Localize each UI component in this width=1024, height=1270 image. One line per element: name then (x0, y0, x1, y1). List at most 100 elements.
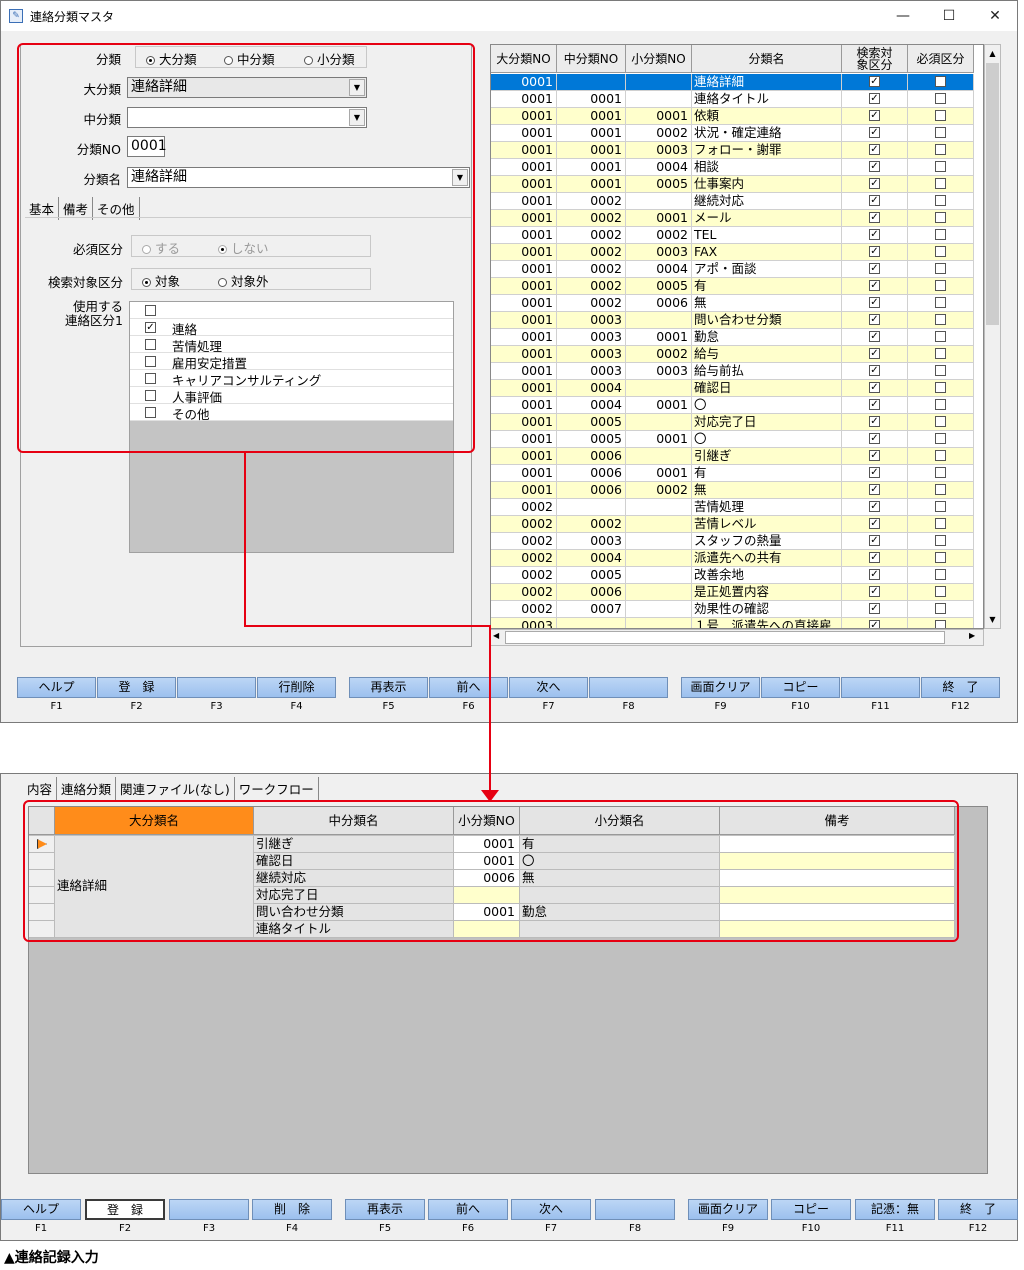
checkbox-icon[interactable]: ✓ (869, 127, 880, 138)
table-row[interactable]: 0002 0004 派遣先への共有 ✓ (491, 550, 983, 567)
checkbox-icon[interactable] (935, 178, 946, 189)
function-key-f10[interactable]: コピー (771, 1199, 851, 1220)
horizontal-scrollbar[interactable]: ◀ ▶ (490, 629, 984, 646)
checkbox-icon[interactable] (935, 603, 946, 614)
checkbox-icon[interactable]: ✓ (869, 144, 880, 155)
table-row[interactable]: 0001 0003 0003 給与前払 ✓ (491, 363, 983, 380)
checkbox-icon[interactable] (935, 518, 946, 529)
checkbox-icon[interactable] (935, 93, 946, 104)
checkbox-icon[interactable] (935, 535, 946, 546)
checkbox-icon[interactable]: ✓ (869, 450, 880, 461)
table-row[interactable]: 0001 0004 0001 〇 ✓ (491, 397, 983, 414)
table-row[interactable]: 0001 0001 0002 状況・確定連絡 ✓ (491, 125, 983, 142)
tab-workflow[interactable]: ワークフロー (235, 777, 319, 800)
function-key-f3[interactable] (169, 1199, 249, 1220)
function-key-f1[interactable]: ヘルプ (1, 1199, 81, 1220)
column-header[interactable]: 必須区分 (908, 45, 974, 73)
column-header[interactable]: 小分類NO (626, 45, 692, 73)
checkbox-icon[interactable]: ✓ (869, 263, 880, 274)
table-row[interactable]: 0002 0003 スタッフの熱量 ✓ (491, 533, 983, 550)
table-row[interactable]: 0001 連絡詳細 ✓ (491, 74, 983, 91)
checkbox-icon[interactable]: ✓ (869, 518, 880, 529)
function-key-f1[interactable]: ヘルプ (17, 677, 96, 698)
column-header[interactable]: 検索対象区分 (842, 45, 908, 73)
function-key-f11[interactable]: 記憑：無 (855, 1199, 935, 1220)
table-row[interactable]: 0001 0001 0005 仕事案内 ✓ (491, 176, 983, 193)
table-row[interactable]: 0001 0002 0005 有 ✓ (491, 278, 983, 295)
table-row[interactable]: 0001 0006 0002 無 ✓ (491, 482, 983, 499)
checkbox-icon[interactable] (935, 195, 946, 206)
checkbox-icon[interactable]: ✓ (869, 161, 880, 172)
vertical-scrollbar[interactable]: ▲ ▼ (984, 44, 1001, 629)
chevron-right-icon[interactable]: ▶ (969, 631, 975, 640)
function-key-f8[interactable] (589, 677, 668, 698)
table-row[interactable]: 0001 0001 0001 依頼 ✓ (491, 108, 983, 125)
column-header[interactable]: 大分類NO (491, 45, 557, 73)
checkbox-icon[interactable]: ✓ (869, 212, 880, 223)
tab-kanren-file[interactable]: 関連ファイル(なし) (116, 777, 235, 800)
function-key-f2[interactable]: 登 録 (85, 1199, 165, 1220)
scroll-thumb-h[interactable] (505, 631, 945, 644)
maximize-button[interactable]: ☐ (929, 4, 969, 28)
checkbox-icon[interactable] (935, 586, 946, 597)
checkbox-icon[interactable]: ✓ (869, 552, 880, 563)
checkbox-icon[interactable]: ✓ (869, 178, 880, 189)
function-key-f4[interactable]: 削 除 (252, 1199, 332, 1220)
checkbox-icon[interactable]: ✓ (869, 297, 880, 308)
function-key-f5[interactable]: 再表示 (345, 1199, 425, 1220)
table-row[interactable]: 0001 0001 0003 フォロー・謝罪 ✓ (491, 142, 983, 159)
table-row[interactable]: 0001 0002 0002 TEL ✓ (491, 227, 983, 244)
table-row[interactable]: 0001 0001 0004 相談 ✓ (491, 159, 983, 176)
chevron-up-icon[interactable]: ▲ (985, 45, 1000, 62)
checkbox-icon[interactable] (935, 127, 946, 138)
checkbox-icon[interactable]: ✓ (869, 416, 880, 427)
checkbox-icon[interactable] (935, 348, 946, 359)
checkbox-icon[interactable] (935, 620, 946, 628)
checkbox-icon[interactable] (935, 331, 946, 342)
table-row[interactable]: 0001 0006 引継ぎ ✓ (491, 448, 983, 465)
checkbox-icon[interactable]: ✓ (869, 110, 880, 121)
table-row[interactable]: 0001 0002 継続対応 ✓ (491, 193, 983, 210)
function-key-f3[interactable] (177, 677, 256, 698)
tab-renraku-bunrui[interactable]: 連絡分類 (57, 777, 117, 800)
checkbox-icon[interactable]: ✓ (869, 399, 880, 410)
checkbox-icon[interactable] (935, 110, 946, 121)
table-row[interactable]: 0001 0003 0001 勤怠 ✓ (491, 329, 983, 346)
table-row[interactable]: 0002 0007 効果性の確認 ✓ (491, 601, 983, 618)
checkbox-icon[interactable] (935, 382, 946, 393)
checkbox-icon[interactable]: ✓ (869, 280, 880, 291)
function-key-f6[interactable]: 前へ (428, 1199, 508, 1220)
checkbox-icon[interactable]: ✓ (869, 535, 880, 546)
checkbox-icon[interactable] (935, 365, 946, 376)
function-key-f9[interactable]: 画面クリア (681, 677, 760, 698)
checkbox-icon[interactable] (935, 450, 946, 461)
checkbox-icon[interactable] (935, 552, 946, 563)
function-key-f9[interactable]: 画面クリア (688, 1199, 768, 1220)
function-key-f10[interactable]: コピー (761, 677, 840, 698)
table-row[interactable]: 0001 0002 0004 アポ・面談 ✓ (491, 261, 983, 278)
checkbox-icon[interactable]: ✓ (869, 195, 880, 206)
table-row[interactable]: 0002 苦情処理 ✓ (491, 499, 983, 516)
chevron-left-icon[interactable]: ◀ (493, 631, 499, 640)
checkbox-icon[interactable]: ✓ (869, 229, 880, 240)
function-key-f5[interactable]: 再表示 (349, 677, 428, 698)
checkbox-icon[interactable] (935, 263, 946, 274)
column-header[interactable]: 中分類NO (557, 45, 626, 73)
function-key-f6[interactable]: 前へ (429, 677, 508, 698)
checkbox-icon[interactable]: ✓ (869, 433, 880, 444)
table-row[interactable]: 0001 0004 確認日 ✓ (491, 380, 983, 397)
table-row[interactable]: 0001 0005 0001 〇 ✓ (491, 431, 983, 448)
function-key-f7[interactable]: 次へ (511, 1199, 591, 1220)
function-key-f11[interactable] (841, 677, 920, 698)
table-row[interactable]: 0003 １号 派遣先への直接雇 ✓ (491, 618, 983, 628)
checkbox-icon[interactable] (935, 144, 946, 155)
checkbox-icon[interactable]: ✓ (869, 603, 880, 614)
checkbox-icon[interactable] (935, 433, 946, 444)
function-key-f2[interactable]: 登 録 (97, 677, 176, 698)
table-row[interactable]: 0001 0002 0006 無 ✓ (491, 295, 983, 312)
table-row[interactable]: 0002 0002 苦情レベル ✓ (491, 516, 983, 533)
checkbox-icon[interactable] (935, 161, 946, 172)
close-button[interactable]: ✕ (975, 4, 1015, 28)
table-row[interactable]: 0001 0002 0001 メール ✓ (491, 210, 983, 227)
table-row[interactable]: 0001 0001 連絡タイトル ✓ (491, 91, 983, 108)
